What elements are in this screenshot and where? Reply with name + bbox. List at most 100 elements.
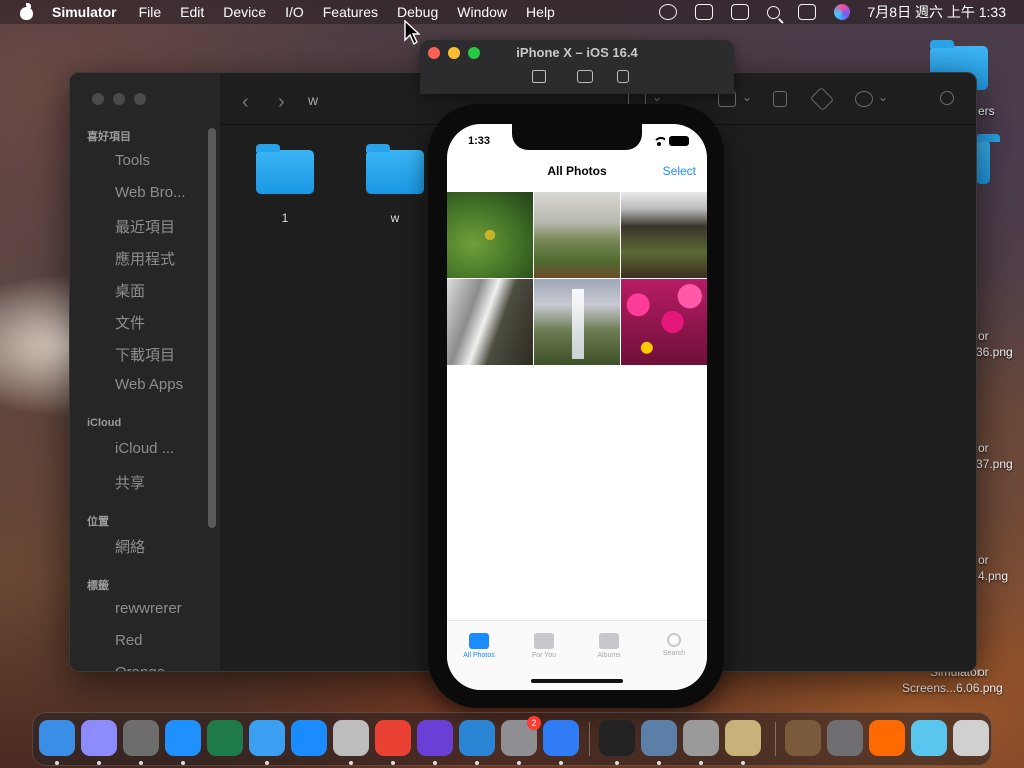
menu-help[interactable]: Help <box>526 4 555 20</box>
photo-thumbnail[interactable] <box>621 192 707 278</box>
tab-search[interactable]: Search <box>644 633 704 657</box>
sidebar-section-tags: 標籤 <box>87 580 109 592</box>
apple-icon[interactable] <box>18 3 36 21</box>
home-icon[interactable] <box>532 70 546 83</box>
desktop-label[interactable]: 37.png <box>976 457 1013 471</box>
dock-console-icon[interactable] <box>599 720 635 756</box>
siri-icon[interactable] <box>833 4 850 20</box>
tab-label: All Photos <box>463 652 495 659</box>
photo-thumbnail[interactable] <box>621 279 707 365</box>
desktop-label[interactable]: Screens...6.06.png <box>902 681 1003 695</box>
menu-device[interactable]: Device <box>223 4 266 20</box>
forward-chevron-icon[interactable]: › <box>278 91 285 114</box>
for-you-icon <box>534 633 554 649</box>
window-icon[interactable] <box>694 4 713 20</box>
gauge-icon[interactable] <box>658 4 677 20</box>
sidebar-item-web-browser[interactable]: Web Bro... <box>115 184 215 201</box>
rotate-icon[interactable] <box>617 70 629 83</box>
sidebar-item-desktop[interactable]: 桌面 <box>115 280 215 301</box>
home-indicator[interactable] <box>531 679 623 683</box>
desktop-label[interactable]: 4.png <box>978 569 1008 583</box>
menu-app-simulator[interactable]: Simulator <box>52 4 117 20</box>
sidebar-item-applications[interactable]: 應用程式 <box>115 248 215 269</box>
screen-mirroring-icon[interactable] <box>730 4 749 20</box>
photo-thumbnail[interactable] <box>447 279 533 365</box>
sidebar-item-tag-orange[interactable]: Orange <box>115 664 215 671</box>
desktop-label[interactable]: ers <box>978 104 995 118</box>
menu-debug[interactable]: Debug <box>397 4 438 20</box>
dock-finder-icon[interactable] <box>39 720 75 756</box>
dock-automator-icon[interactable] <box>333 720 369 756</box>
tab-bar: All Photos For You Albums Search <box>447 620 707 690</box>
desktop-folder-icon[interactable] <box>976 134 1000 184</box>
dock-trash-icon[interactable] <box>953 720 989 756</box>
dock-settings-icon[interactable] <box>827 720 863 756</box>
control-center-icon[interactable] <box>797 4 816 20</box>
select-button[interactable]: Select <box>663 164 696 178</box>
chevron-down-icon[interactable]: ⌄ <box>742 90 752 104</box>
sidebar-scrollbar[interactable] <box>208 128 216 528</box>
dock-xcode-icon[interactable] <box>543 720 579 756</box>
dock-vs-code-icon[interactable] <box>459 720 495 756</box>
dock-visual-studio-icon[interactable] <box>417 720 453 756</box>
dock-launchpad-icon[interactable] <box>81 720 117 756</box>
dock-safari-icon[interactable] <box>165 720 201 756</box>
sidebar-item-icloud-drive[interactable]: iCloud ... <box>115 440 215 457</box>
dock-firefox-icon[interactable] <box>869 720 905 756</box>
desktop-label[interactable]: 36.png <box>976 345 1013 359</box>
simulator-titlebar: iPhone X – iOS 16.4 <box>420 40 734 94</box>
menubar-clock[interactable]: 7月8日 週六 上午 1:33 <box>868 2 1007 22</box>
share-icon[interactable] <box>773 91 787 107</box>
folder-label[interactable]: w <box>365 211 425 225</box>
sidebar-item-tag[interactable]: rewwrerer <box>115 600 215 617</box>
dock-color-picker-icon[interactable] <box>911 720 947 756</box>
tag-icon[interactable] <box>809 86 835 112</box>
running-indicator <box>475 761 479 765</box>
menu-file[interactable]: File <box>139 4 162 20</box>
dock-chrome-icon[interactable] <box>375 720 411 756</box>
sidebar-item-downloads[interactable]: 下載項目 <box>115 344 215 365</box>
photo-thumbnail[interactable] <box>447 192 533 278</box>
menu-edit[interactable]: Edit <box>180 4 204 20</box>
dock-time-machine-icon[interactable] <box>207 720 243 756</box>
dock-preview-icon[interactable] <box>641 720 677 756</box>
sidebar-item-tools[interactable]: Tools <box>115 152 215 169</box>
dock-archive-icon[interactable] <box>785 720 821 756</box>
tab-for-you[interactable]: For You <box>514 633 574 659</box>
desktop-label[interactable]: or <box>978 553 989 567</box>
dock-script-editor-icon[interactable] <box>123 720 159 756</box>
close-button[interactable] <box>92 93 104 105</box>
dock-simulator-icon[interactable] <box>683 720 719 756</box>
minimize-button[interactable] <box>113 93 125 105</box>
zoom-button[interactable] <box>134 93 146 105</box>
sidebar-item-shared[interactable]: 共享 <box>115 472 215 493</box>
sidebar-item-recents[interactable]: 最近項目 <box>115 216 215 237</box>
screenshot-icon[interactable] <box>577 70 593 83</box>
desktop-label[interactable]: or <box>978 329 989 343</box>
chevron-down-icon[interactable]: ⌄ <box>878 90 888 104</box>
sidebar-item-network[interactable]: 網絡 <box>115 536 215 557</box>
spotlight-search-icon[interactable] <box>766 5 780 19</box>
photo-thumbnail[interactable] <box>534 192 620 278</box>
dock-disk-utility-icon[interactable] <box>725 720 761 756</box>
dock-app-store-icon[interactable] <box>291 720 327 756</box>
sidebar-item-web-apps[interactable]: Web Apps <box>115 376 215 393</box>
folder-icon[interactable] <box>366 144 424 194</box>
desktop-label[interactable]: or <box>978 441 989 455</box>
more-actions-icon[interactable] <box>855 91 873 107</box>
menu-features[interactable]: Features <box>323 4 378 20</box>
dock-system-settings-icon[interactable]: 2 <box>501 716 541 756</box>
dock-xcode-instruments-icon[interactable] <box>249 720 285 756</box>
sidebar-item-documents[interactable]: 文件 <box>115 312 215 333</box>
photo-thumbnail[interactable] <box>534 279 620 365</box>
sidebar-item-tag-red[interactable]: Red <box>115 632 215 649</box>
back-chevron-icon[interactable]: ‹ <box>242 91 249 114</box>
tab-all-photos[interactable]: All Photos <box>449 633 509 659</box>
menu-io[interactable]: I/O <box>285 4 304 20</box>
folder-icon[interactable] <box>256 144 314 194</box>
tab-albums[interactable]: Albums <box>579 633 639 659</box>
simulator-title: iPhone X – iOS 16.4 <box>516 45 638 60</box>
menu-window[interactable]: Window <box>457 4 507 20</box>
folder-label[interactable]: 1 <box>255 211 315 225</box>
search-icon[interactable] <box>940 91 954 105</box>
